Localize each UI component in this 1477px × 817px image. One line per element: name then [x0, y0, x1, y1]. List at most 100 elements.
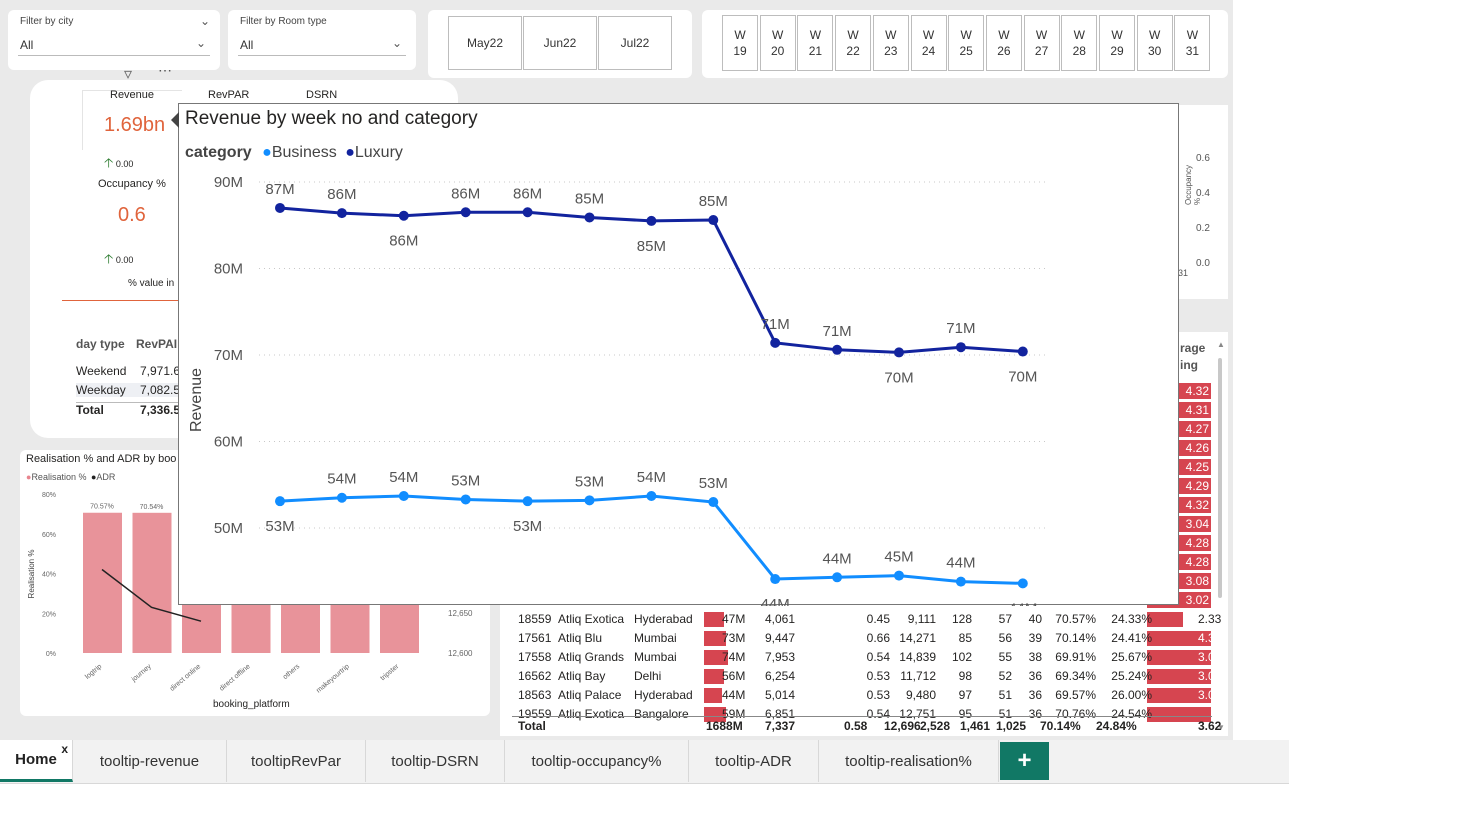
more-options-icon[interactable]: ⋯ [158, 62, 173, 79]
table-cell: 36 [1028, 669, 1042, 683]
week-button[interactable]: W 26 [985, 15, 1022, 71]
y-axis-label: Revenue [188, 368, 205, 432]
week-button[interactable]: W 30 [1136, 15, 1173, 71]
table-cell: 36 [1028, 688, 1042, 702]
table-row[interactable]: 17558 Atliq Grands Mumbai 74M 7,953 0.54 14,83… [512, 648, 1221, 667]
bar[interactable] [83, 512, 122, 653]
data-point[interactable] [584, 495, 595, 506]
table-cell: 17561 [518, 631, 552, 645]
table-cell: 70.14% [1055, 631, 1096, 645]
data-point[interactable] [646, 490, 657, 501]
data-point[interactable] [955, 342, 966, 353]
city-dropdown[interactable]: All ⌄ [18, 34, 210, 56]
revenue-kpi-header: Revenue [110, 89, 155, 101]
occ-tick: 0.2 [1196, 223, 1210, 234]
week-button[interactable]: W 24 [910, 15, 947, 71]
tab-tooltip-realisation[interactable]: tooltip-realisation% [819, 740, 999, 782]
data-point[interactable] [522, 496, 533, 507]
data-point[interactable] [460, 207, 471, 218]
chevron-down-icon[interactable]: ⌄ [392, 36, 402, 50]
revenue-line-chart: 90M 80M 70M 60M 50M Revenue 87M 86M 86M 86M 86M 85M… [188, 174, 1045, 606]
data-label: 87M [265, 181, 294, 198]
data-label: 71M [946, 320, 975, 337]
bar[interactable] [132, 512, 172, 653]
table-cell: 25.67% [1111, 650, 1152, 664]
table-cell: 3.07 [1198, 669, 1222, 683]
revenue-bar [704, 688, 722, 703]
data-point[interactable] [708, 497, 719, 508]
data-point[interactable] [275, 496, 285, 507]
table-row[interactable]: 18559 Atliq Exotica Hyderabad 47M 4,061 0.45 9… [512, 610, 1221, 629]
month-button[interactable]: Jul22 [598, 16, 672, 70]
table-cell: 55 [998, 650, 1012, 664]
data-point[interactable] [708, 215, 719, 226]
data-point[interactable] [832, 344, 843, 355]
data-point[interactable] [522, 207, 533, 218]
week-button[interactable]: W 20 [759, 15, 796, 71]
daytype-header: day type RevPAI [76, 337, 186, 351]
table-row[interactable]: Weekend 7,971.6 [76, 364, 186, 378]
week-button[interactable]: W 25 [948, 15, 985, 71]
data-point[interactable] [770, 574, 781, 585]
table-cell: 44M [722, 688, 746, 702]
data-point[interactable] [832, 572, 843, 583]
y-tick-label: 40% [42, 572, 56, 579]
data-point[interactable] [955, 576, 966, 587]
table-cell: 18563 [518, 688, 552, 702]
data-point[interactable] [1017, 346, 1028, 357]
table-row[interactable]: 17561 Atliq Blu Mumbai 73M 9,447 0.66 14,271 85… [512, 629, 1221, 648]
data-label: 45M [884, 549, 913, 566]
table-row[interactable]: Weekday 7,082.5 [76, 383, 186, 397]
total-cell: Total [518, 719, 546, 733]
data-point[interactable] [275, 202, 285, 213]
add-page-button[interactable]: + [1000, 742, 1049, 780]
total-cell: 1,461 [960, 719, 991, 733]
week-button[interactable]: W 21 [797, 15, 834, 71]
table-cell: 56M [722, 669, 746, 683]
week-button[interactable]: W 28 [1061, 15, 1098, 71]
data-point[interactable] [398, 210, 409, 221]
total-cell: 24.84% [1096, 719, 1137, 733]
tab-tooltip-revpar[interactable]: tooltipRevPar [227, 740, 366, 782]
data-point[interactable] [398, 490, 409, 501]
tab-tooltip-revenue[interactable]: tooltip-revenue [73, 740, 227, 782]
filter-icon[interactable]: ▿ [124, 64, 132, 84]
data-point[interactable] [894, 570, 904, 581]
table-row[interactable]: 16562 Atliq Bay Delhi 56M 6,254 0.53 11,712 98 5… [512, 667, 1221, 686]
tab-tooltip-dsrn[interactable]: tooltip-DSRN [366, 740, 505, 782]
month-button[interactable]: Jun22 [523, 16, 597, 70]
data-point[interactable] [1017, 578, 1028, 589]
tab-home[interactable]: Home x [0, 740, 73, 782]
table-cell: 14,839 [899, 650, 936, 664]
revenue-change: 🡡 0.00 [104, 155, 134, 170]
data-point[interactable] [460, 494, 471, 505]
month-button[interactable]: May22 [448, 16, 522, 70]
x-tick-label: makeyourtrip [315, 663, 351, 694]
data-point[interactable] [336, 492, 347, 503]
chevron-down-icon[interactable]: ⌄ [200, 14, 210, 28]
data-point[interactable] [646, 215, 657, 226]
week-button[interactable]: W 31 [1174, 15, 1211, 71]
table-cell: 47M [722, 612, 746, 626]
week-button[interactable]: W 19 [722, 15, 758, 71]
week-button[interactable]: W 29 [1099, 15, 1135, 71]
week-button[interactable]: W 23 [872, 15, 909, 71]
data-point[interactable] [894, 347, 904, 358]
chevron-down-icon[interactable]: ⌄ [196, 36, 206, 50]
tab-tooltip-adr[interactable]: tooltip-ADR [689, 740, 819, 782]
week-button[interactable]: W 22 [835, 15, 872, 71]
data-point[interactable] [770, 337, 781, 348]
table-cell: 51 [998, 688, 1012, 702]
close-icon[interactable]: x [61, 742, 68, 756]
room-dropdown[interactable]: All ⌄ [238, 34, 406, 56]
data-label: 53M [451, 472, 480, 489]
data-point[interactable] [584, 212, 595, 223]
right-tick-label: 12,650 [448, 609, 473, 618]
data-label: 71M [823, 323, 852, 340]
x-tick-label: others [282, 663, 302, 681]
data-point[interactable] [336, 208, 347, 219]
tab-tooltip-occupancy[interactable]: tooltip-occupancy% [505, 740, 689, 782]
table-row[interactable]: 18563 Atliq Palace Hyderabad 44M 5,014 0.53 9,… [512, 686, 1221, 705]
data-label: 44M [761, 596, 790, 606]
week-button[interactable]: W 27 [1023, 15, 1060, 71]
